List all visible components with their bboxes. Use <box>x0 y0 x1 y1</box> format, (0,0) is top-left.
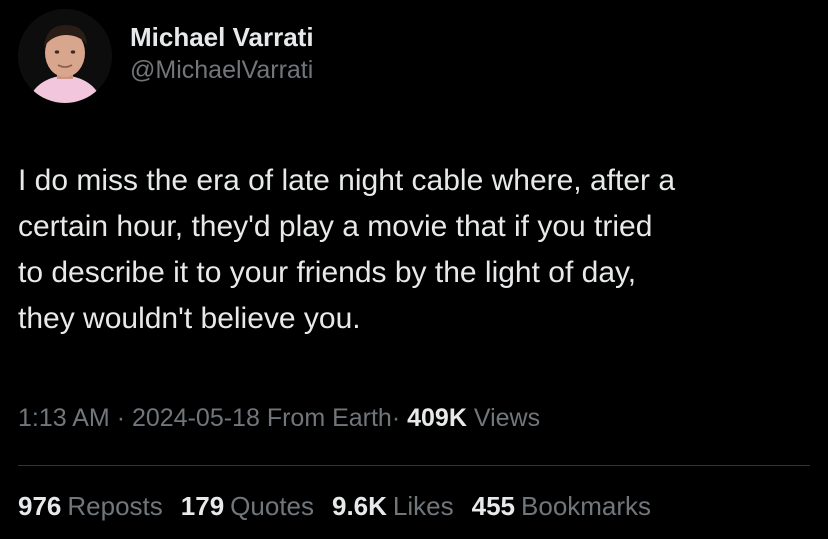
meta-separator: · <box>116 404 126 432</box>
bookmarks-stat[interactable]: 455 Bookmarks <box>472 488 651 524</box>
likes-label: Likes <box>392 491 454 521</box>
avatar[interactable] <box>18 9 112 103</box>
bookmarks-label: Bookmarks <box>521 491 652 521</box>
user-handle[interactable]: @MichaelVarrati <box>130 54 314 86</box>
likes-stat[interactable]: 9.6K Likes <box>332 488 454 524</box>
likes-count: 9.6K <box>332 491 387 521</box>
profile-photo-icon <box>18 9 112 103</box>
views-count[interactable]: 409K <box>407 404 467 432</box>
tweet-text: I do miss the era of late night cable wh… <box>18 164 676 335</box>
meta-separator: · <box>391 404 401 432</box>
reposts-count: 976 <box>18 491 62 521</box>
quotes-label: Quotes <box>230 491 314 521</box>
reposts-label: Reposts <box>67 491 163 521</box>
reposts-stat[interactable]: 976 Reposts <box>18 488 163 524</box>
display-name[interactable]: Michael Varrati <box>130 20 314 54</box>
bookmarks-count: 455 <box>471 491 516 521</box>
quotes-count: 179 <box>180 491 225 521</box>
tweet-time[interactable]: 1:13 AM <box>18 404 110 432</box>
divider <box>18 465 810 466</box>
tweet-source: From Earth <box>266 404 392 432</box>
tweet-meta: 1:13 AM · 2024-05-18 From Earth· 409K Vi… <box>18 400 540 436</box>
tweet-date[interactable]: 2024-05-18 <box>132 404 260 432</box>
views-label[interactable]: Views <box>474 404 540 432</box>
quotes-stat[interactable]: 179 Quotes <box>181 488 314 524</box>
tweet-header: Michael Varrati @MichaelVarrati <box>18 8 314 104</box>
engagement-stats: 976 Reposts 179 Quotes 9.6K Likes 455 Bookma… <box>18 488 669 524</box>
